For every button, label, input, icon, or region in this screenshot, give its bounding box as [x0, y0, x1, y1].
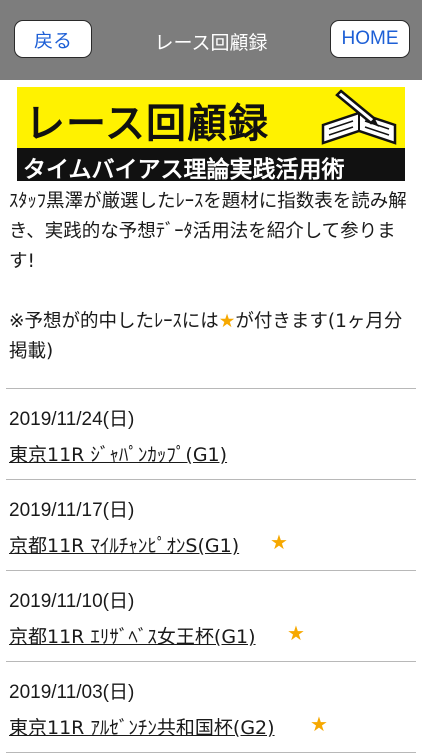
list-item: 2019/11/24(日) 東京11R ｼﾞｬﾊﾟﾝｶｯﾌﾟ(G1) [0, 389, 422, 479]
list-item: 2019/11/03(日) 東京11R ｱﾙｾﾞﾝﾁﾝ共和国杯(G2) ★ [0, 662, 422, 752]
intro-note-prefix: ※予想が的中したﾚｰｽには [9, 311, 219, 332]
race-date: 2019/11/17(日) [9, 500, 135, 521]
list-item: 2019/11/17(日) 京都11R ﾏｲﾙﾁｬﾝﾋﾟｵﾝS(G1) ★ [0, 480, 422, 570]
race-date: 2019/11/03(日) [9, 682, 135, 703]
book-pen-icon [321, 89, 397, 145]
star-icon: ★ [287, 621, 305, 645]
banner-bottom: タイムバイアス理論実践活用術 [17, 148, 405, 183]
list-item: 2019/11/10(日) 京都11R ｴﾘｻﾞﾍﾞｽ女王杯(G1) ★ [0, 571, 422, 661]
race-date: 2019/11/10(日) [9, 591, 135, 612]
intro-text: ｽﾀｯﾌ黒澤が厳選したﾚｰｽを題材に指数表を読み解き、実践的な予想ﾃﾞｰﾀ活用法… [9, 187, 411, 367]
race-link[interactable]: 京都11R ｴﾘｻﾞﾍﾞｽ女王杯(G1) [9, 622, 256, 649]
race-date: 2019/11/24(日) [9, 409, 135, 430]
race-link[interactable]: 京都11R ﾏｲﾙﾁｬﾝﾋﾟｵﾝS(G1) [9, 531, 239, 558]
star-icon: ★ [310, 712, 328, 736]
banner-image: レース回顧録 タイムバイアス理論実践活用術 [17, 87, 405, 183]
race-list: 2019/11/24(日) 東京11R ｼﾞｬﾊﾟﾝｶｯﾌﾟ(G1) 2019/… [0, 388, 422, 753]
intro-paragraph: ｽﾀｯﾌ黒澤が厳選したﾚｰｽを題材に指数表を読み解き、実践的な予想ﾃﾞｰﾀ活用法… [9, 191, 407, 272]
banner-title: レース回顧録 [25, 100, 269, 147]
race-link[interactable]: 東京11R ｼﾞｬﾊﾟﾝｶｯﾌﾟ(G1) [9, 440, 227, 467]
banner-top: レース回顧録 [17, 87, 405, 148]
intro-note: ※予想が的中したﾚｰｽには★が付きます(1ヶ月分掲載) [9, 307, 411, 367]
page-title: レース回顧録 [154, 32, 268, 54]
star-icon: ★ [270, 530, 288, 554]
home-button[interactable]: HOME [330, 20, 410, 58]
back-button[interactable]: 戻る [14, 20, 92, 58]
nav-bar: 戻る レース回顧録 HOME [0, 0, 422, 80]
banner-subtitle: タイムバイアス理論実践活用術 [23, 156, 345, 183]
star-icon: ★ [218, 311, 236, 332]
race-link[interactable]: 東京11R ｱﾙｾﾞﾝﾁﾝ共和国杯(G2) [9, 713, 275, 740]
